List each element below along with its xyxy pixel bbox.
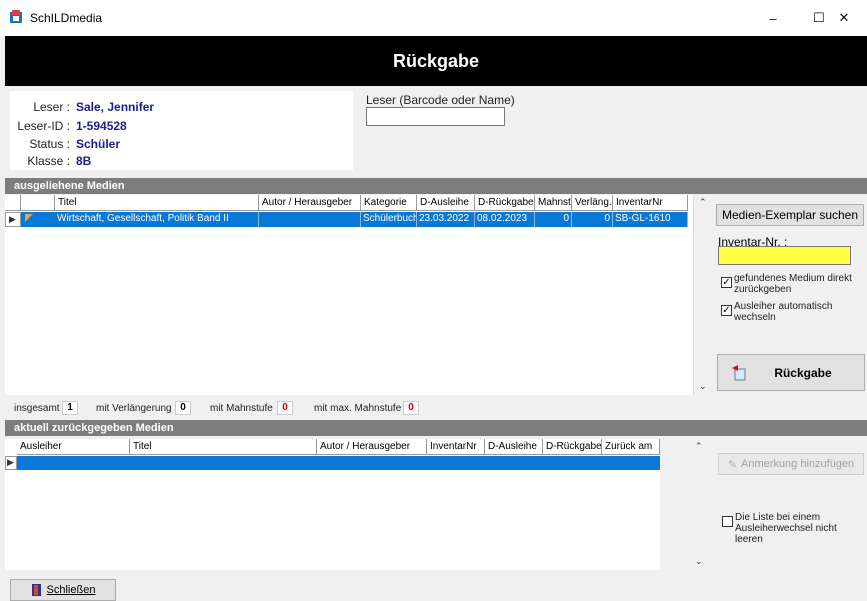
col-zurueck-am[interactable]: Zurück am bbox=[602, 439, 660, 455]
auto-switch-label: Ausleiher automatisch wechseln bbox=[734, 301, 833, 323]
col-ret-inventarnr[interactable]: InventarNr bbox=[427, 439, 485, 455]
return-button[interactable]: Rückgabe bbox=[717, 354, 865, 391]
row-selector[interactable]: ▶ bbox=[5, 456, 17, 470]
window-title: SchILDmedia bbox=[30, 11, 103, 25]
close-window-button[interactable]: ✕ bbox=[821, 4, 867, 32]
reader-status-value: Schüler bbox=[76, 137, 121, 151]
reader-search-label: Leser (Barcode oder Name) bbox=[366, 93, 515, 107]
col-titel[interactable]: Titel bbox=[55, 195, 259, 211]
reader-id-value: 1-594528 bbox=[76, 119, 127, 133]
stat-dun-value: 0 bbox=[277, 401, 293, 415]
col-ret-autor[interactable]: Autor / Herausgeber bbox=[317, 439, 427, 455]
keep-list-checkbox[interactable] bbox=[722, 516, 733, 527]
page-header: Rückgabe bbox=[5, 36, 867, 86]
returned-media-table[interactable]: Ausleiher Titel Autor / Herausgeber Inve… bbox=[5, 439, 660, 570]
flag-column-header bbox=[21, 195, 55, 211]
col-autor[interactable]: Autor / Herausgeber bbox=[259, 195, 361, 211]
col-d-rueckgabe[interactable]: D-Rückgabe bbox=[475, 195, 535, 211]
find-copy-button[interactable]: Medien-Exemplar suchen bbox=[716, 204, 864, 226]
stat-maxdun-label: mit max. Mahnstufe bbox=[314, 403, 402, 414]
app-icon bbox=[9, 10, 23, 24]
return-button-label: Rückgabe bbox=[774, 365, 832, 380]
col-ret-d-rueckgabe[interactable]: D-Rückgabe bbox=[543, 439, 602, 455]
reader-class-value: 8B bbox=[76, 154, 92, 168]
empty-selected-row bbox=[17, 456, 660, 470]
cell-mahnst: 0 bbox=[535, 212, 572, 227]
stat-maxdun-value: 0 bbox=[403, 401, 419, 415]
col-verlaeng[interactable]: Verläng. bbox=[572, 195, 613, 211]
col-ret-d-ausleihe[interactable]: D-Ausleihe bbox=[485, 439, 543, 455]
page-title: Rückgabe bbox=[392, 50, 480, 71]
col-ret-titel[interactable]: Titel bbox=[130, 439, 317, 455]
stat-total-label: insgesamt bbox=[14, 403, 60, 414]
reader-id-label: Leser-ID : bbox=[17, 119, 70, 133]
col-ausleiher[interactable]: Ausleiher bbox=[17, 439, 130, 455]
reader-name-value: Sale, Jennifer bbox=[76, 100, 155, 114]
stat-ext-label: mit Verlängerung bbox=[96, 403, 172, 414]
auto-switch-checkbox[interactable]: ✓ bbox=[721, 305, 732, 316]
col-inventarnr[interactable]: InventarNr bbox=[613, 195, 688, 211]
row-selector[interactable]: ▶ bbox=[5, 212, 21, 227]
lent-section-bar: ausgeliehene Medien bbox=[5, 178, 867, 194]
close-button-label: Schließen bbox=[46, 584, 96, 596]
title-bar bbox=[0, 0, 867, 36]
scroll-up-icon[interactable]: ⌃ bbox=[699, 197, 707, 208]
direct-return-checkbox[interactable]: ✓ bbox=[721, 277, 732, 288]
returned-scrollbar[interactable]: ⌃ ⌄ bbox=[690, 439, 708, 570]
cell-kategorie: Schülerbuch bbox=[361, 212, 417, 227]
reader-class-label: Klasse : bbox=[27, 154, 70, 168]
inventar-input[interactable] bbox=[718, 246, 851, 265]
row-pointer-icon: ▶ bbox=[9, 214, 16, 224]
stat-total-value: 1 bbox=[62, 401, 78, 415]
return-icon bbox=[732, 365, 746, 381]
row-pointer-icon: ▶ bbox=[7, 457, 14, 467]
reader-status-label: Status : bbox=[29, 137, 70, 151]
row-indicator-header bbox=[5, 195, 21, 211]
cell-d-rueckgabe: 08.02.2023 bbox=[475, 212, 535, 227]
lent-media-table[interactable]: Titel Autor / Herausgeber Kategorie D-Au… bbox=[5, 195, 693, 395]
scroll-up-icon[interactable]: ⌃ bbox=[695, 441, 703, 452]
table-row[interactable]: ▶ Wirtschaft, Gesellschaft, Politik Band… bbox=[5, 212, 688, 227]
note-icon: ✎ bbox=[727, 458, 738, 471]
direct-return-label: gefundenes Medium direkt zurückgeben bbox=[734, 273, 852, 295]
reader-name-label: Leser : bbox=[33, 100, 70, 114]
cell-inventarnr: SB-GL-1610 bbox=[613, 212, 688, 227]
keep-list-label: Die Liste bei einem Ausleiherwechsel nic… bbox=[735, 512, 837, 545]
lent-scrollbar[interactable]: ⌃ ⌄ bbox=[693, 195, 711, 395]
close-button[interactable]: Schließen bbox=[10, 579, 116, 601]
reader-search-input[interactable] bbox=[366, 107, 505, 126]
row-flag-cell bbox=[21, 212, 55, 227]
scroll-down-icon[interactable]: ⌄ bbox=[699, 381, 707, 392]
close-door-icon bbox=[31, 584, 41, 596]
col-kategorie[interactable]: Kategorie bbox=[361, 195, 417, 211]
minimize-button[interactable]: – bbox=[750, 4, 796, 32]
cell-d-ausleihe: 23.03.2022 bbox=[417, 212, 475, 227]
returned-section-bar: aktuell zurückgegeben Medien bbox=[5, 420, 867, 436]
stat-ext-value: 0 bbox=[175, 401, 191, 415]
table-row[interactable]: ▶ bbox=[5, 456, 660, 470]
col-d-ausleihe[interactable]: D-Ausleihe bbox=[417, 195, 475, 211]
scroll-down-icon[interactable]: ⌄ bbox=[695, 556, 703, 567]
col-mahnst[interactable]: Mahnst. bbox=[535, 195, 572, 211]
cell-titel: Wirtschaft, Gesellschaft, Politik Band I… bbox=[55, 212, 259, 227]
add-note-button[interactable]: ✎ Anmerkung hinzufügen bbox=[718, 453, 864, 475]
flag-icon bbox=[25, 214, 33, 222]
cell-verlaeng: 0 bbox=[572, 212, 613, 227]
stat-dun-label: mit Mahnstufe bbox=[210, 403, 273, 414]
add-note-label: Anmerkung hinzufügen bbox=[741, 458, 855, 470]
cell-autor bbox=[259, 212, 361, 227]
